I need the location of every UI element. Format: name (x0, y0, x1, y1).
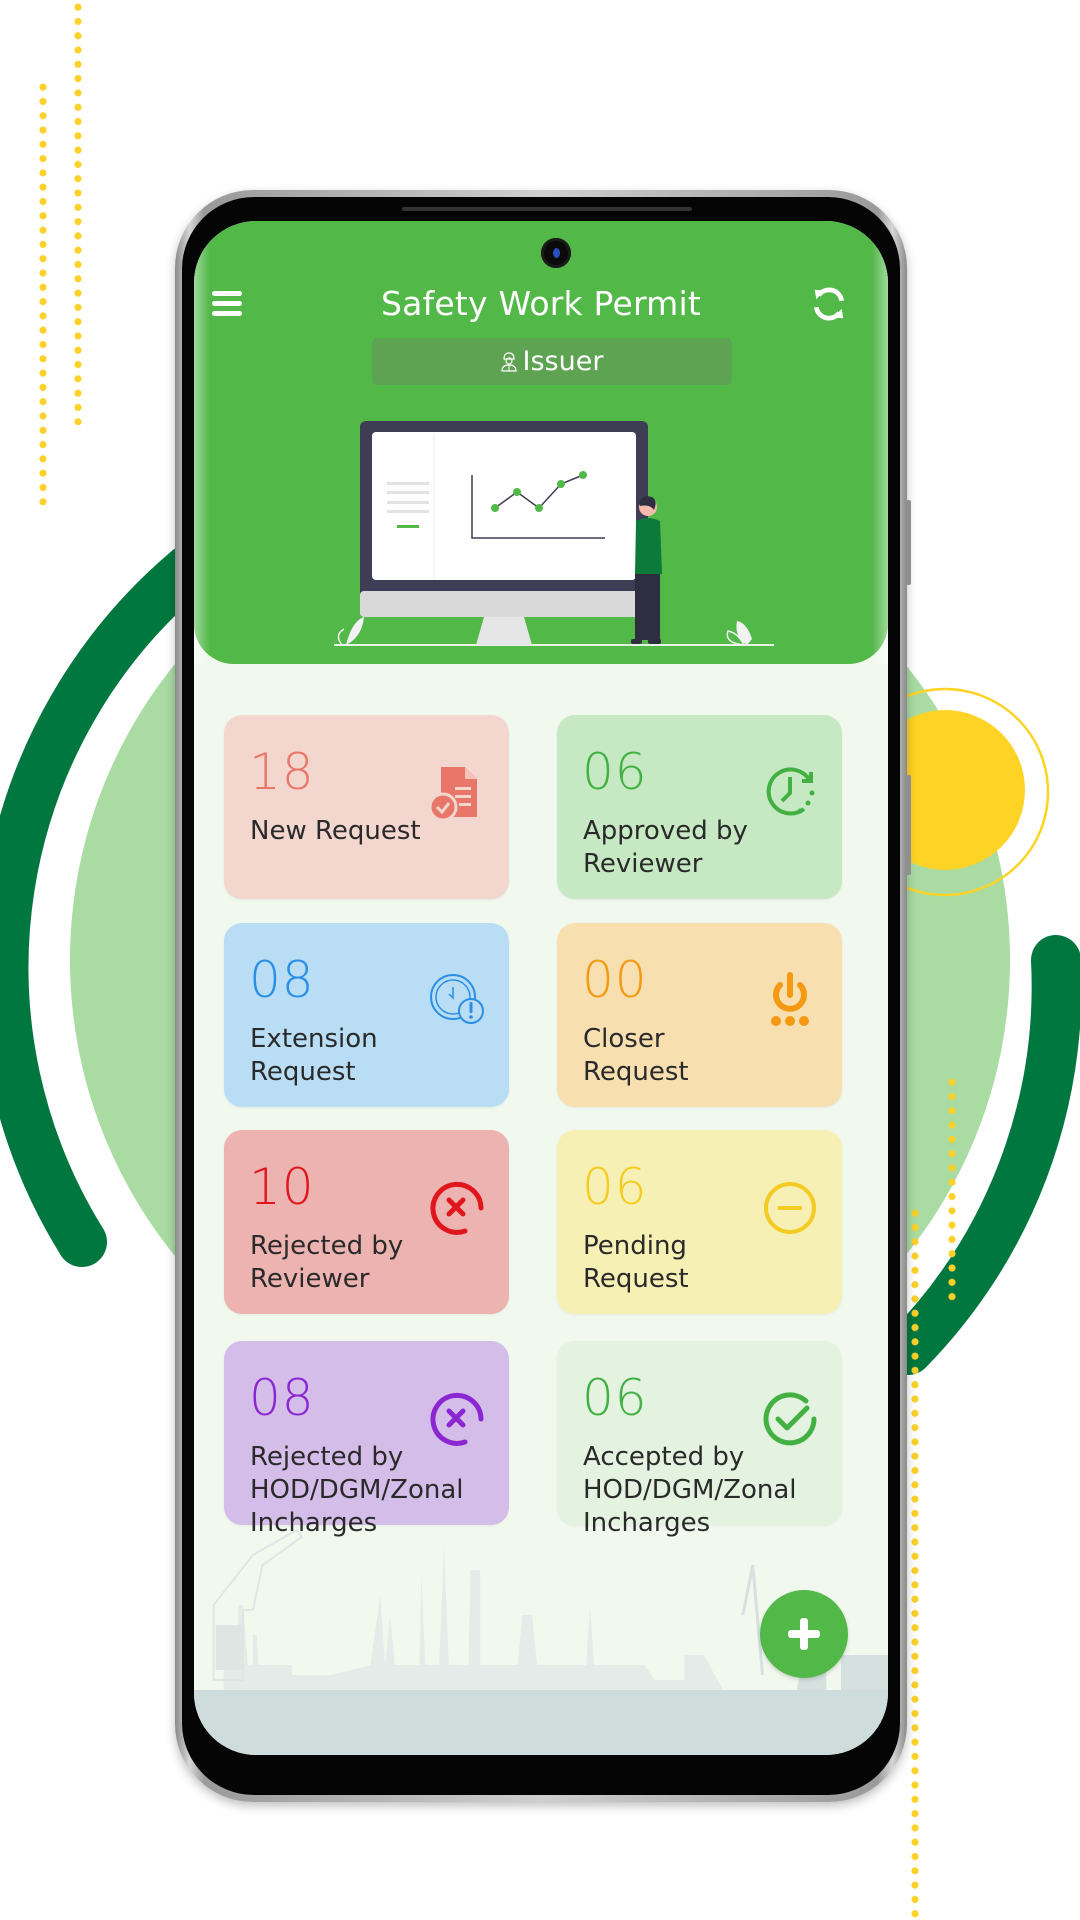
card-label-line: Closer (583, 1024, 665, 1054)
circle-x-icon (430, 1392, 484, 1446)
status-card[interactable]: 00 Closer Request (557, 923, 842, 1107)
role-label: Issuer (522, 346, 604, 377)
card-label: Extension Request (250, 1023, 378, 1089)
card-label-line: Reviewer (250, 1264, 370, 1294)
power-icon (771, 972, 809, 1026)
circle-minus-icon (764, 1182, 816, 1234)
card-count: 08 (249, 1369, 315, 1427)
circle-check-icon (763, 1392, 817, 1446)
power-button (906, 775, 911, 875)
document-check-icon (428, 767, 477, 822)
card-count: 10 (249, 1158, 315, 1216)
card-label-line: Incharges (250, 1508, 378, 1538)
status-card[interactable]: 08 Extension Request (224, 923, 509, 1107)
worker-icon (500, 351, 517, 372)
phone-bezel: Safety Work Permit Issuer 18 New Request… (182, 197, 900, 1795)
status-card[interactable]: 10 Rejected by Reviewer (224, 1130, 509, 1314)
dotted-line-left-1 (39, 80, 47, 505)
card-label-line: Extension (250, 1024, 378, 1054)
app-header: Safety Work Permit Issuer (194, 221, 888, 664)
status-card[interactable]: 08 Rejected by HOD/DGM/Zonal Incharges (224, 1341, 509, 1538)
card-label-line: Pending (583, 1231, 687, 1261)
card-label-line: Request (583, 1264, 689, 1294)
circle-x-icon (430, 1181, 484, 1235)
dotted-line-right-1 (948, 1075, 956, 1300)
dashboard-illustration (334, 421, 774, 646)
card-label: Closer Request (583, 1023, 689, 1089)
dotted-line-left-2 (74, 0, 82, 425)
card-label: Accepted by HOD/DGM/Zonal Incharges (583, 1441, 797, 1540)
app-title: Safety Work Permit (381, 284, 701, 323)
card-count: 06 (582, 743, 648, 801)
card-label-line: Incharges (583, 1508, 711, 1538)
card-label: Pending Request (583, 1230, 689, 1296)
status-card[interactable]: 06 Pending Request (557, 1130, 842, 1314)
clock-alert-icon (430, 974, 484, 1024)
card-count: 06 (582, 1158, 648, 1216)
status-card[interactable]: 18 New Request (224, 715, 509, 899)
speaker-grille (402, 207, 692, 211)
dotted-line-right-2 (911, 1206, 919, 1920)
card-label: New Request (250, 815, 421, 848)
card-label-line: New Request (250, 816, 421, 846)
card-label: Rejected by HOD/DGM/Zonal Incharges (250, 1441, 464, 1540)
card-label-line: Request (583, 1057, 689, 1087)
card-label-line: HOD/DGM/Zonal (250, 1475, 464, 1505)
card-label: Approved by Reviewer (583, 815, 748, 881)
app-screen: Safety Work Permit Issuer 18 New Request… (194, 221, 888, 1755)
card-count: 06 (582, 1369, 648, 1427)
card-label-line: HOD/DGM/Zonal (583, 1475, 797, 1505)
status-card[interactable]: 06 Accepted by HOD/DGM/Zonal Incharges (557, 1341, 842, 1538)
card-count: 00 (582, 951, 648, 1009)
card-label: Rejected by Reviewer (250, 1230, 403, 1296)
card-label-line: Reviewer (583, 849, 703, 879)
volume-button (906, 500, 911, 585)
card-count: 18 (249, 743, 315, 801)
add-permit-button[interactable] (760, 1590, 848, 1678)
card-label-line: Request (250, 1057, 356, 1087)
phone-frame: Safety Work Permit Issuer 18 New Request… (175, 190, 911, 1802)
card-label-line: Rejected by (250, 1231, 404, 1261)
plus-icon (788, 1618, 820, 1650)
status-card[interactable]: 06 Approved by Reviewer (557, 715, 842, 899)
card-count: 08 (249, 951, 315, 1009)
refresh-icon[interactable] (810, 285, 848, 323)
card-label-line: Approved by (583, 816, 748, 846)
role-badge: Issuer (372, 338, 732, 385)
front-camera (541, 238, 571, 268)
clock-rotate-icon (766, 767, 815, 816)
